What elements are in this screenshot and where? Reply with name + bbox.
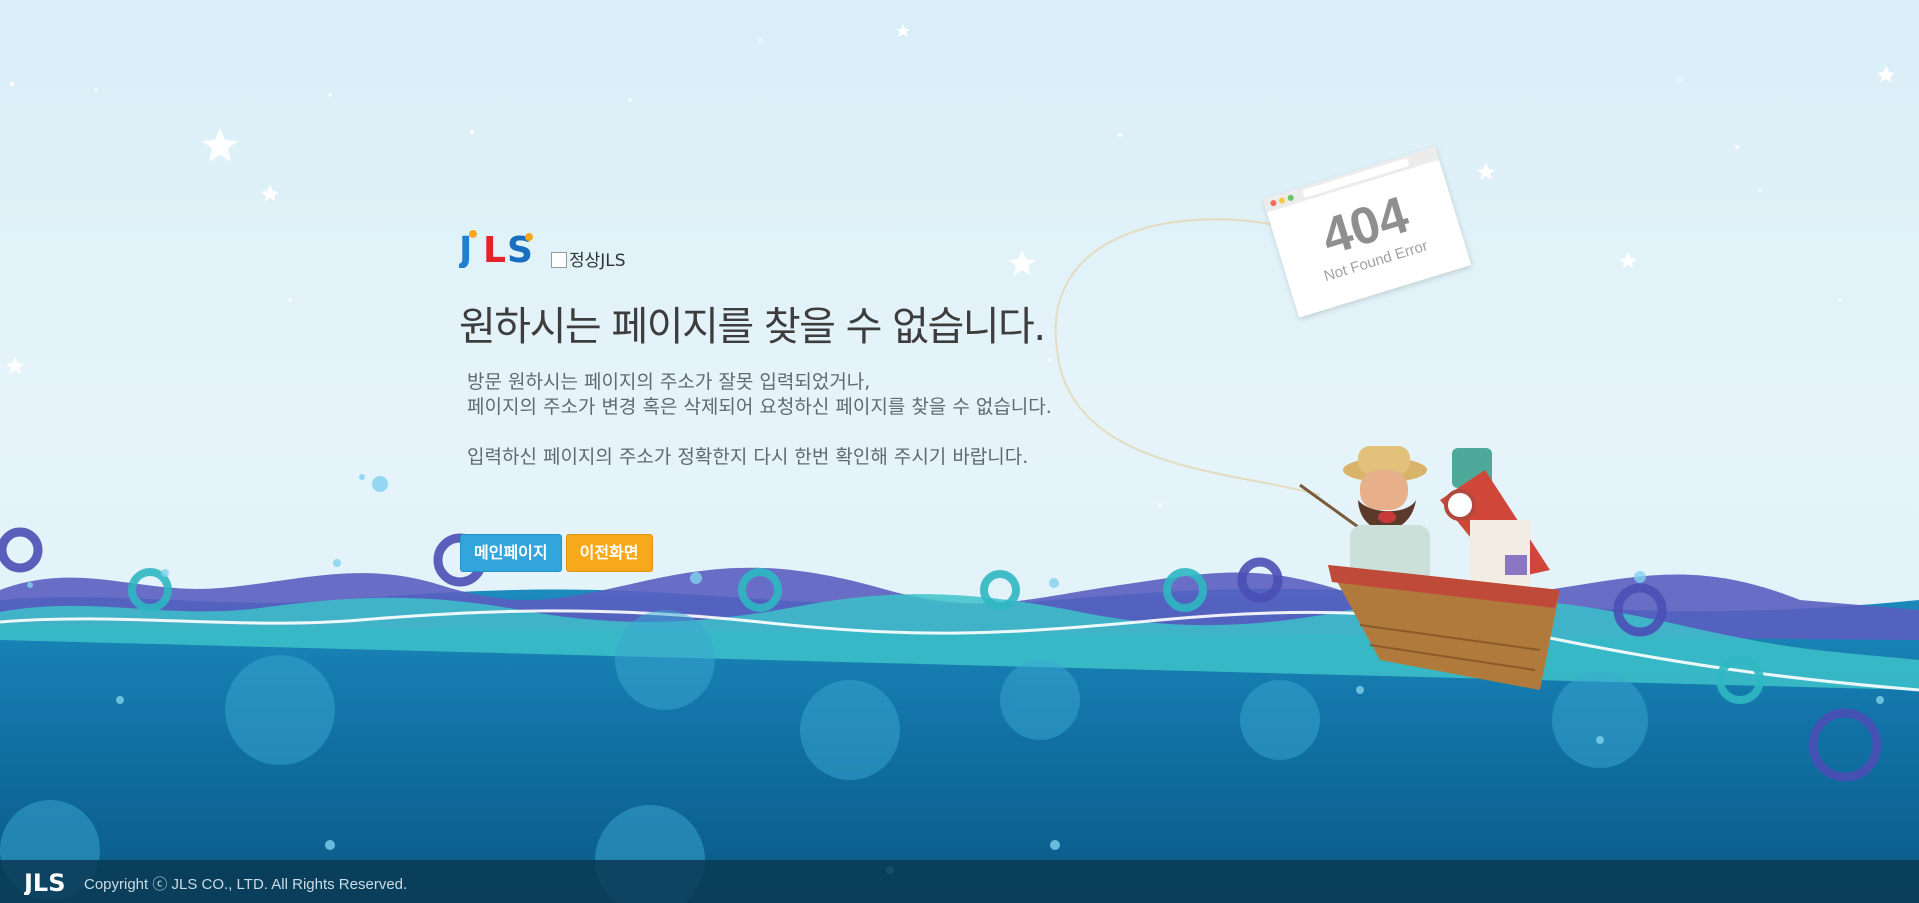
page-title: 원하시는 페이지를 찾을 수 없습니다. bbox=[459, 304, 1046, 350]
logo-row[interactable]: J L S 정상JLS bbox=[459, 226, 659, 271]
error-description: 방문 원하시는 페이지의 주소가 잘못 입력되었거나, 페이지의 주소가 변경 … bbox=[467, 370, 1082, 470]
footer: JLS Copyright ⓒ JLS CO., LTD. All Rights… bbox=[0, 860, 1919, 903]
desc-line: 입력하신 페이지의 주소가 정확한지 다시 한번 확인해 주시기 바랍니다. bbox=[467, 446, 1029, 468]
copyright-text: Copyright ⓒ JLS CO., LTD. All Rights Res… bbox=[84, 876, 408, 893]
broken-image-icon bbox=[551, 252, 567, 268]
fisherman-illustration bbox=[1299, 446, 1560, 690]
desc-line: 페이지의 주소가 변경 혹은 삭제되어 요청하신 페이지를 찾을 수 없습니다. bbox=[467, 396, 1052, 418]
desc-line: 방문 원하시는 페이지의 주소가 잘못 입력되었거나, bbox=[467, 371, 871, 393]
main-page-button[interactable]: 메인페이지 bbox=[460, 534, 562, 572]
previous-page-button[interactable]: 이전화면 bbox=[565, 534, 653, 572]
logo-alt-label: 정상JLS bbox=[569, 251, 626, 271]
svg-text:JLS: JLS bbox=[24, 869, 66, 895]
svg-text:L: L bbox=[483, 230, 506, 268]
jls-logo-icon[interactable]: J L S bbox=[459, 228, 541, 268]
button-group: 메인페이지 이전화면 bbox=[460, 534, 657, 572]
footer-logo-icon: JLS bbox=[24, 869, 66, 895]
logo-alt-text: 정상JLS bbox=[551, 246, 626, 271]
